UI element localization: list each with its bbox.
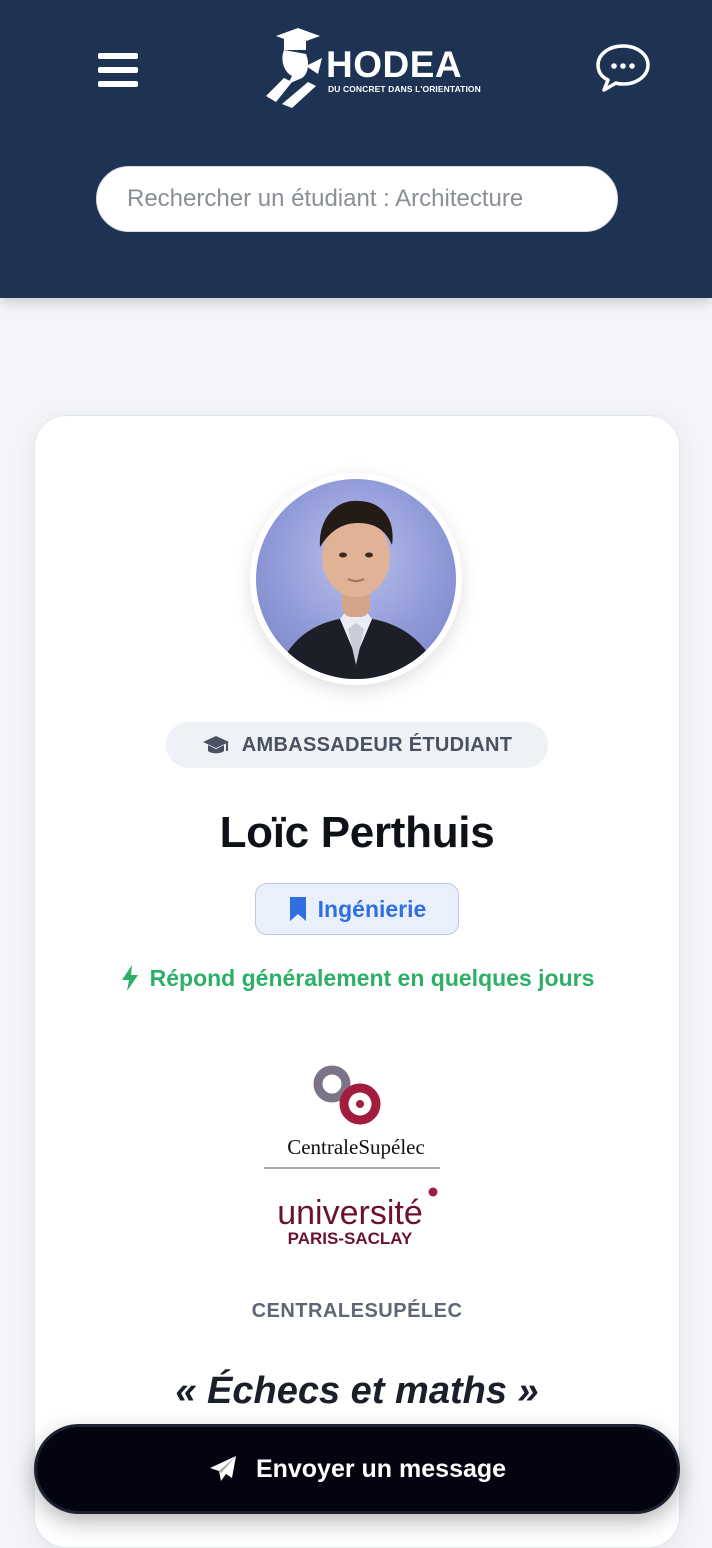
- chat-bubble-icon: [596, 44, 650, 92]
- lightning-icon: [121, 965, 138, 991]
- hamburger-icon-bar: [98, 81, 138, 87]
- paper-plane-icon: [209, 1456, 236, 1481]
- centralesupelec-logo: CentraleSupélec université PARIS-SACLAY: [264, 1065, 440, 1248]
- hamburger-icon-bar: [98, 53, 138, 59]
- quote-text: Échecs et maths: [207, 1370, 507, 1412]
- logo-tagline: DU CONCRET DANS L'ORIENTATION: [328, 84, 481, 94]
- graduation-cap-icon: [202, 736, 229, 754]
- hodea-logo[interactable]: HODEA DU CONCRET DANS L'ORIENTATION: [262, 26, 481, 110]
- bookmark-icon: [289, 897, 306, 921]
- app-header: HODEA DU CONCRET DANS L'ORIENTATION: [0, 0, 712, 298]
- send-message-button[interactable]: Envoyer un message: [34, 1424, 680, 1514]
- field-tag[interactable]: Ingénierie: [255, 883, 459, 935]
- graduate-silhouette-icon: [266, 28, 322, 108]
- quote-close-mark: »: [517, 1370, 539, 1412]
- response-time-label: Répond généralement en quelques jours: [149, 964, 595, 991]
- hamburger-icon-bar: [98, 67, 138, 73]
- logo-line-universite: université: [277, 1194, 423, 1232]
- field-tag-label: Ingénierie: [317, 895, 427, 922]
- send-message-label: Envoyer un message: [255, 1454, 507, 1483]
- quote-open-mark: «: [175, 1370, 197, 1412]
- logo-line-centralesupelec: CentraleSupélec: [287, 1135, 425, 1159]
- menu-button[interactable]: [98, 53, 138, 89]
- school-logo: CentraleSupélec université PARIS-SACLAY: [256, 1062, 456, 1252]
- profile-photo: [276, 500, 440, 679]
- role-badge-label: AMBASSADEUR ÉTUDIANT: [241, 733, 513, 756]
- student-name: Loïc Perthuis: [219, 808, 495, 857]
- logo-text: HODEA: [326, 44, 463, 85]
- messages-button[interactable]: [594, 42, 652, 94]
- logo-line-paris-saclay: PARIS-SACLAY: [288, 1229, 413, 1248]
- student-search-input[interactable]: [96, 166, 618, 232]
- response-time: Répond généralement en quelques jours: [34, 964, 680, 992]
- avatar: [256, 479, 456, 679]
- role-badge: AMBASSADEUR ÉTUDIANT: [166, 722, 548, 768]
- school-name: CENTRALESUPÉLEC: [251, 1300, 463, 1322]
- student-quote: « Échecs et maths »: [34, 1370, 680, 1413]
